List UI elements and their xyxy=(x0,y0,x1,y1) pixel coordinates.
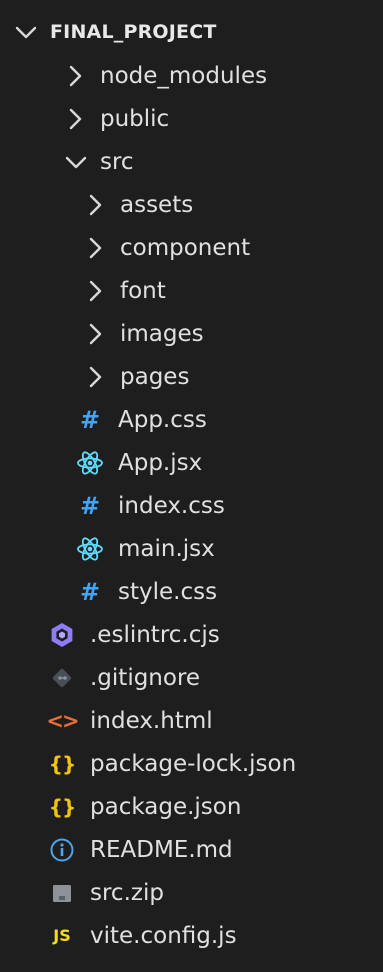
file-index-html[interactable]: <> index.html xyxy=(0,699,383,742)
chevron-right-icon xyxy=(62,105,90,133)
json-icon: {} xyxy=(48,751,76,776)
folder-src[interactable]: src xyxy=(0,140,383,183)
file-readme[interactable]: README.md xyxy=(0,828,383,871)
file-label: index.html xyxy=(90,707,213,734)
chevron-right-icon xyxy=(82,320,110,348)
file-gitignore[interactable]: .gitignore xyxy=(0,656,383,699)
info-icon xyxy=(46,835,78,865)
file-label: index.css xyxy=(118,492,225,519)
folder-label: node_modules xyxy=(100,62,268,89)
folder-font[interactable]: font xyxy=(0,269,383,312)
folder-label: assets xyxy=(120,191,194,218)
file-label: README.md xyxy=(90,836,233,863)
chevron-right-icon xyxy=(82,363,110,391)
json-icon: {} xyxy=(48,794,76,819)
chevron-down-icon xyxy=(62,148,90,176)
chevron-right-icon xyxy=(62,62,90,90)
file-app-jsx[interactable]: App.jsx xyxy=(0,441,383,484)
explorer-root-folder[interactable]: FINAL_PROJECT xyxy=(0,10,383,54)
file-app-css[interactable]: # App.css xyxy=(0,398,383,441)
file-style-css[interactable]: # style.css xyxy=(0,570,383,613)
react-icon xyxy=(74,448,106,478)
file-vite-config-js[interactable]: JS vite.config.js xyxy=(0,914,383,957)
css-hash-icon: # xyxy=(79,405,101,434)
folder-label: component xyxy=(120,234,251,261)
css-hash-icon: # xyxy=(79,491,101,520)
folder-label: font xyxy=(120,277,166,304)
eslint-icon xyxy=(46,620,78,650)
chevron-right-icon xyxy=(82,277,110,305)
file-label: vite.config.js xyxy=(90,922,237,949)
folder-public[interactable]: public xyxy=(0,97,383,140)
file-label: package.json xyxy=(90,793,242,820)
file-label: style.css xyxy=(118,578,218,605)
folder-component[interactable]: component xyxy=(0,226,383,269)
folder-images[interactable]: images xyxy=(0,312,383,355)
zip-icon xyxy=(46,878,78,908)
folder-label: images xyxy=(120,320,204,347)
file-package-lock-json[interactable]: {} package-lock.json xyxy=(0,742,383,785)
file-package-json[interactable]: {} package.json xyxy=(0,785,383,828)
chevron-right-icon xyxy=(82,191,110,219)
html-icon: <> xyxy=(46,708,79,733)
file-index-css[interactable]: # index.css xyxy=(0,484,383,527)
chevron-right-icon xyxy=(82,234,110,262)
react-icon xyxy=(74,534,106,564)
file-eslintrc[interactable]: .eslintrc.cjs xyxy=(0,613,383,656)
folder-label: public xyxy=(100,105,170,132)
file-label: App.css xyxy=(118,406,207,433)
css-hash-icon: # xyxy=(79,577,101,606)
folder-label: pages xyxy=(120,363,190,390)
folder-assets[interactable]: assets xyxy=(0,183,383,226)
file-main-jsx[interactable]: main.jsx xyxy=(0,527,383,570)
file-label: src.zip xyxy=(90,879,164,906)
file-label: .eslintrc.cjs xyxy=(90,621,220,648)
file-label: .gitignore xyxy=(90,664,201,691)
git-icon xyxy=(46,663,78,693)
folder-pages[interactable]: pages xyxy=(0,355,383,398)
chevron-down-icon xyxy=(12,18,40,46)
folder-node-modules[interactable]: node_modules xyxy=(0,54,383,97)
file-label: main.jsx xyxy=(118,535,215,562)
root-folder-label: FINAL_PROJECT xyxy=(50,21,217,43)
js-icon: JS xyxy=(53,926,71,945)
file-explorer: FINAL_PROJECT node_modules public src as… xyxy=(0,0,383,972)
file-src-zip[interactable]: src.zip xyxy=(0,871,383,914)
folder-label: src xyxy=(100,148,134,175)
file-label: package-lock.json xyxy=(90,750,297,777)
file-label: App.jsx xyxy=(118,449,203,476)
